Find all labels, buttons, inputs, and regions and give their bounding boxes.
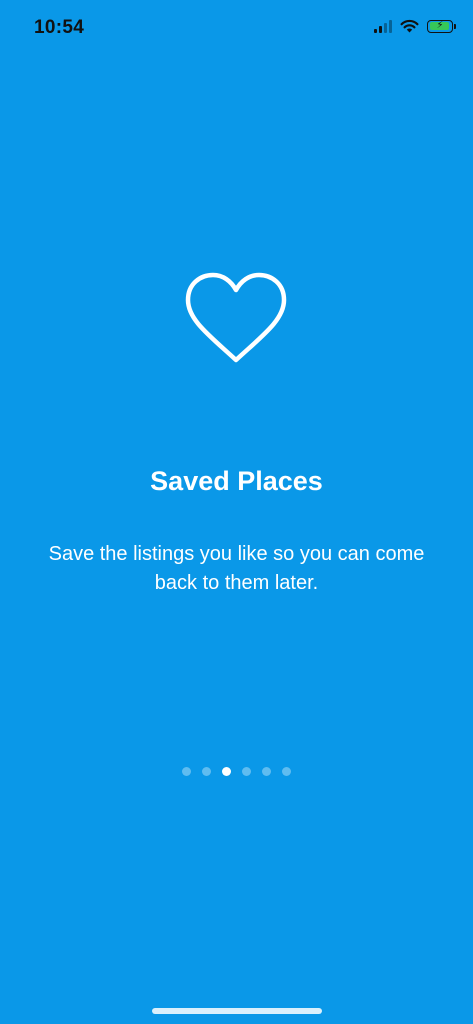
status-time: 10:54 [34, 17, 85, 38]
status-bar: 10:54 ⚡ [0, 0, 473, 58]
page-indicator[interactable] [0, 767, 473, 776]
page-dot-6[interactable] [282, 767, 291, 776]
onboarding-screen[interactable]: 10:54 ⚡ Saved Places Save the listings y… [0, 0, 473, 1024]
heart-outline-icon [185, 272, 287, 363]
page-description: Save the listings you like so you can co… [48, 543, 425, 594]
page-title: Saved Places [150, 466, 323, 496]
page-dot-4[interactable] [242, 767, 251, 776]
page-dot-5[interactable] [262, 767, 271, 776]
page-dot-1[interactable] [182, 767, 191, 776]
page-dot-2[interactable] [202, 767, 211, 776]
wifi-icon [400, 19, 419, 33]
status-icons: ⚡ [374, 19, 456, 33]
page-dot-3[interactable] [222, 767, 231, 776]
signal-icon [374, 19, 392, 33]
battery-charging-icon: ⚡ [427, 19, 456, 33]
home-indicator[interactable] [152, 1008, 322, 1014]
